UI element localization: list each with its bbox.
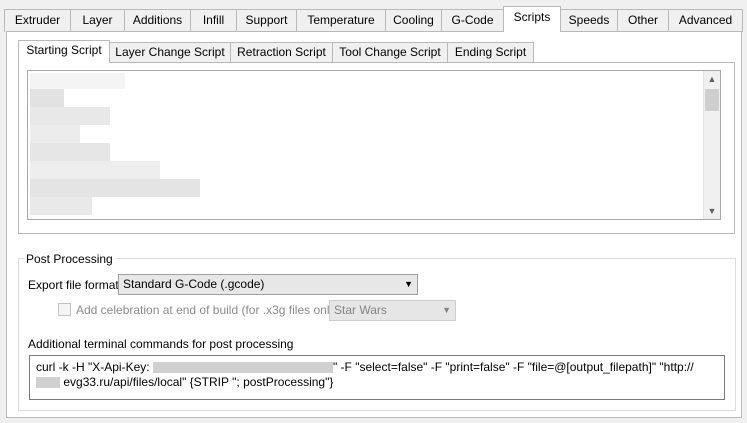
obscured-text xyxy=(30,73,125,89)
obscured-text xyxy=(30,197,92,215)
post-processing-title: Post Processing xyxy=(24,252,115,266)
redacted-api-key xyxy=(152,362,333,374)
tab-advanced[interactable]: Advanced xyxy=(668,9,743,32)
subtab-layer-change-script[interactable]: Layer Change Script xyxy=(109,42,231,62)
celebration-song-value: Star Wars xyxy=(334,303,387,317)
command-text-end: " -F "select=false" -F "print=false" -F … xyxy=(332,360,694,374)
chevron-down-icon: ▼ xyxy=(442,305,451,315)
tab-support[interactable]: Support xyxy=(236,9,297,32)
tab-cooling[interactable]: Cooling xyxy=(385,9,442,32)
tab-speeds[interactable]: Speeds xyxy=(560,9,618,32)
starting-script-editor[interactable]: ▲ ▼ xyxy=(27,70,721,220)
redacted-host xyxy=(36,377,60,389)
subtab-retraction-script[interactable]: Retraction Script xyxy=(230,42,333,62)
celebration-song-select[interactable]: Star Wars ▼ xyxy=(329,300,456,321)
command-line-1: curl -k -H "X-Api-Key: " -F "select=fals… xyxy=(36,360,718,375)
subtab-ending-script[interactable]: Ending Script xyxy=(447,42,534,62)
obscured-text xyxy=(30,107,110,125)
tab-temperature[interactable]: Temperature xyxy=(296,9,386,32)
terminal-commands-input[interactable]: curl -k -H "X-Api-Key: " -F "select=fals… xyxy=(29,355,725,400)
scroll-up-arrow-icon[interactable]: ▲ xyxy=(704,71,720,87)
tab-scripts[interactable]: Scripts xyxy=(503,6,561,32)
scroll-thumb[interactable] xyxy=(705,89,719,111)
scroll-down-arrow-icon[interactable]: ▼ xyxy=(704,203,720,219)
tab-other[interactable]: Other xyxy=(617,9,669,32)
obscured-text xyxy=(30,143,110,161)
script-scrollbar[interactable]: ▲ ▼ xyxy=(703,71,720,219)
tab-gcode[interactable]: G-Code xyxy=(441,9,504,32)
tab-layer[interactable]: Layer xyxy=(70,9,125,32)
tab-additions[interactable]: Additions xyxy=(124,9,191,32)
subtab-tool-change-script[interactable]: Tool Change Script xyxy=(332,42,448,62)
export-format-label: Export file format xyxy=(28,278,119,292)
terminal-commands-label: Additional terminal commands for post pr… xyxy=(28,337,294,351)
chevron-down-icon: ▼ xyxy=(404,279,413,289)
tab-extruder[interactable]: Extruder xyxy=(4,9,71,32)
obscured-text xyxy=(30,161,160,179)
command-line-2: evg33.ru/api/files/local" {STRIP "; post… xyxy=(36,375,718,390)
export-format-select[interactable]: Standard G-Code (.gcode) ▼ xyxy=(118,274,418,295)
celebration-label: Add celebration at end of build (for .x3… xyxy=(76,303,340,317)
obscured-text xyxy=(30,179,200,197)
subtab-starting-script[interactable]: Starting Script xyxy=(18,40,110,63)
command-text-line2: evg33.ru/api/files/local" {STRIP "; post… xyxy=(63,375,334,389)
obscured-text xyxy=(30,89,64,107)
tab-infill[interactable]: Infill xyxy=(190,9,237,32)
celebration-checkbox[interactable] xyxy=(58,303,71,316)
command-text-start: curl -k -H "X-Api-Key: xyxy=(36,360,150,374)
obscured-text xyxy=(30,125,80,143)
export-format-value: Standard G-Code (.gcode) xyxy=(123,277,265,291)
